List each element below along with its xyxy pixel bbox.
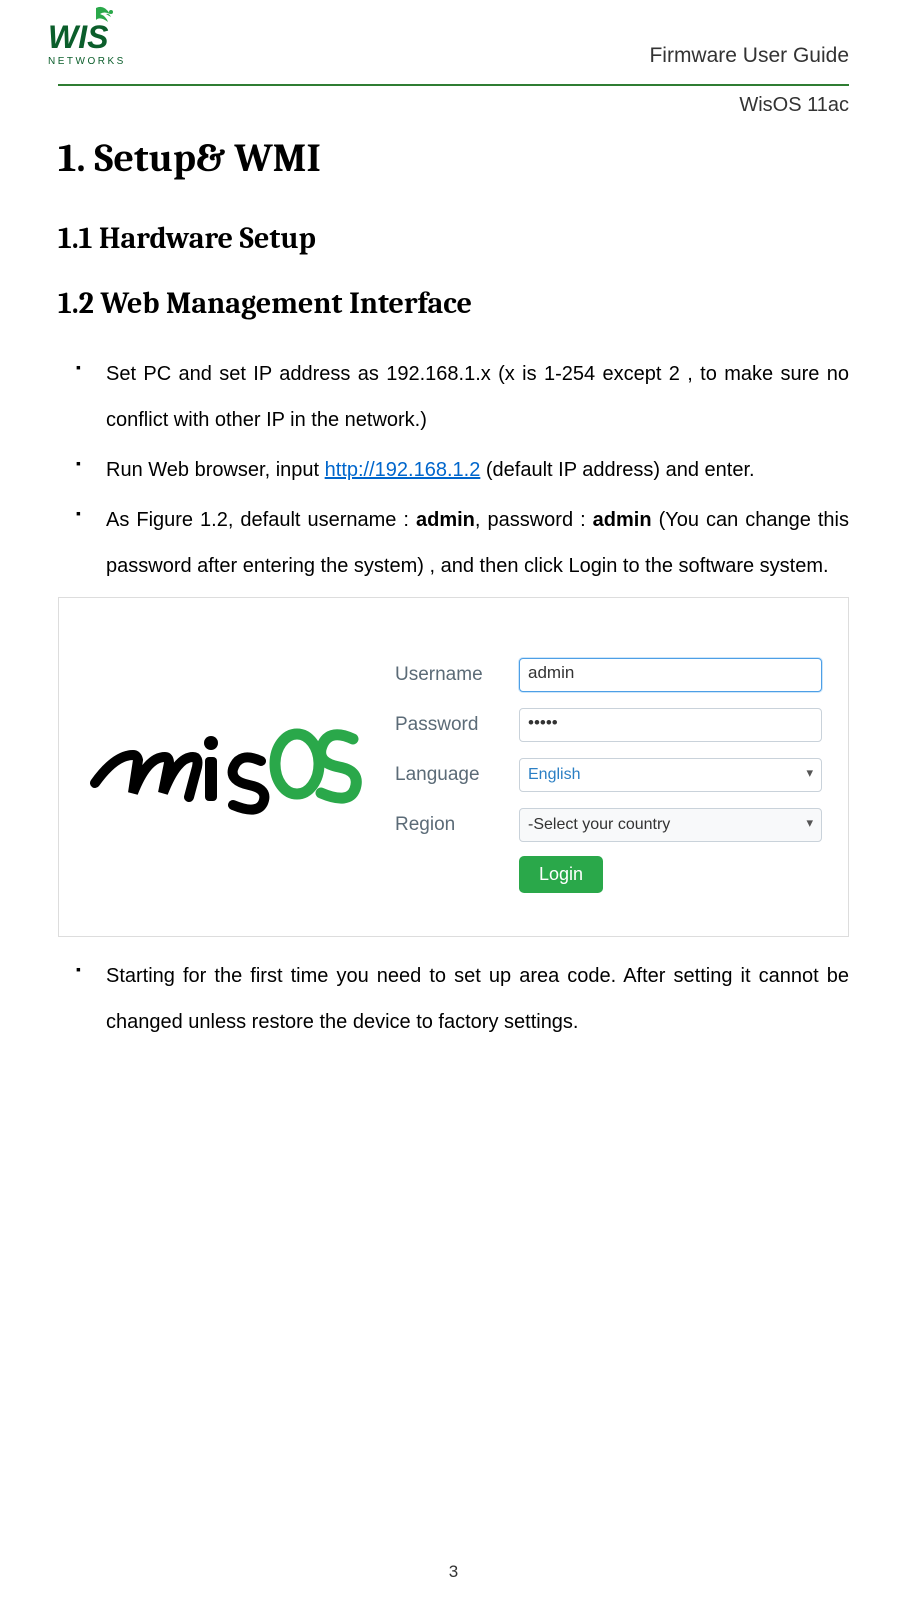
login-form: Username admin Password ••••• Language E… <box>395 650 822 893</box>
default-username: admin <box>416 509 475 531</box>
heading-1-1: 1.1 Hardware Setup <box>58 221 849 256</box>
text: Run Web browser, input <box>106 459 325 481</box>
default-password: admin <box>593 509 652 531</box>
wisnetworks-logo: WIS NETWORKS <box>48 6 138 81</box>
text: (default IP address) and enter. <box>480 459 754 481</box>
header-title: Firmware User Guide <box>649 44 849 68</box>
password-input[interactable]: ••••• <box>519 708 822 742</box>
svg-text:WIS: WIS <box>48 19 109 55</box>
username-input[interactable]: admin <box>519 658 822 692</box>
heading-1: 1. Setup& WMI <box>58 135 849 181</box>
login-button[interactable]: Login <box>519 856 603 893</box>
page-header: WIS NETWORKS Firmware User Guide <box>58 12 849 82</box>
password-label: Password <box>395 714 505 736</box>
username-label: Username <box>395 664 505 686</box>
text: As Figure 1.2, default username : <box>106 509 416 531</box>
list-item: Starting for the first time you need to … <box>106 953 849 1045</box>
language-label: Language <box>395 764 505 786</box>
text: , password : <box>475 509 593 531</box>
header-divider <box>58 84 849 86</box>
heading-1-2: 1.2 Web Management Interface <box>58 286 849 321</box>
header-subtitle: WisOS 11ac <box>58 94 849 117</box>
region-value: -Select your country <box>528 816 670 834</box>
language-value: English <box>528 766 580 784</box>
list-item: As Figure 1.2, default username : admin,… <box>106 497 849 589</box>
region-select[interactable]: -Select your country <box>519 808 822 842</box>
default-ip-link[interactable]: http://192.168.1.2 <box>325 459 481 481</box>
region-label: Region <box>395 814 505 836</box>
instruction-list-2: Starting for the first time you need to … <box>58 953 849 1045</box>
list-item: Run Web browser, input http://192.168.1.… <box>106 447 849 493</box>
svg-text:NETWORKS: NETWORKS <box>48 56 126 67</box>
login-figure: Username admin Password ••••• Language E… <box>58 597 849 937</box>
page-number: 3 <box>0 1562 907 1582</box>
list-item: Set PC and set IP address as 192.168.1.x… <box>106 351 849 443</box>
instruction-list: Set PC and set IP address as 192.168.1.x… <box>58 351 849 589</box>
language-select[interactable]: English <box>519 758 822 792</box>
wisos-logo <box>85 709 365 834</box>
